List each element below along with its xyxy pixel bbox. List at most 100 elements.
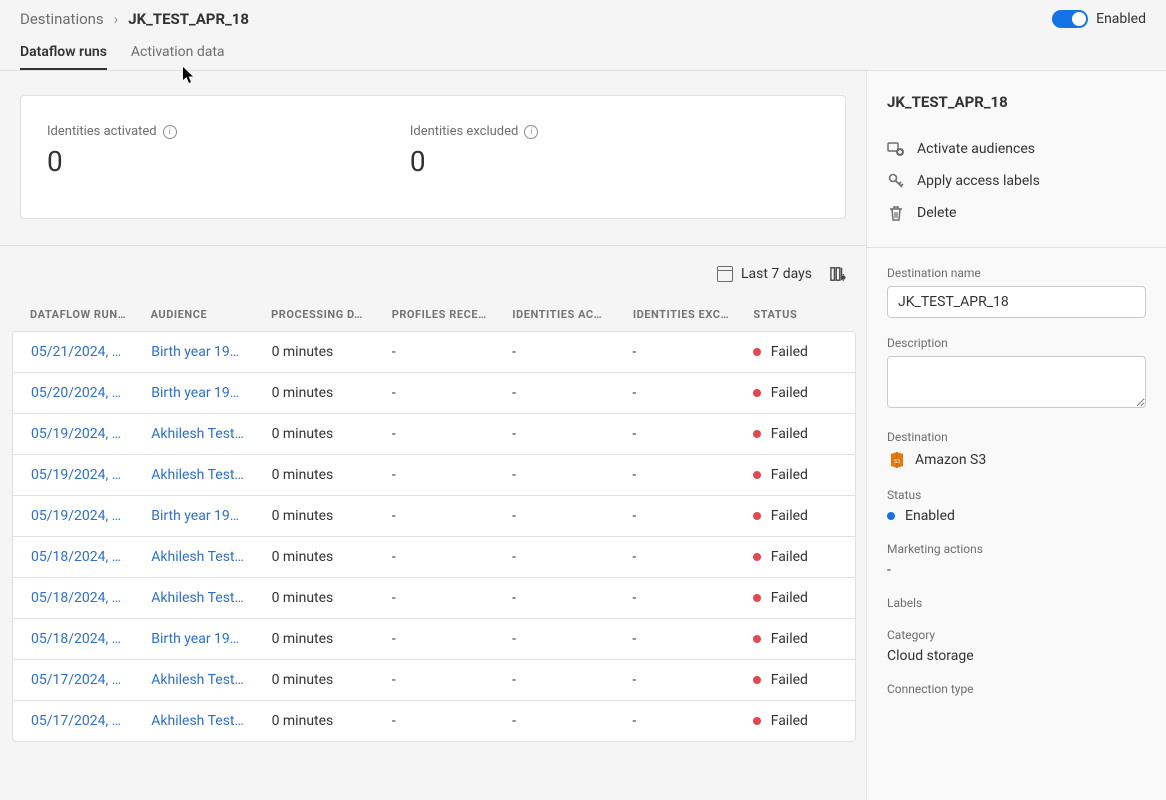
cell-audience-link[interactable]: Akhilesh Test… (133, 414, 253, 455)
cell-status: Failed (735, 332, 855, 373)
action-apply-access-labels[interactable]: Apply access labels (887, 165, 1146, 197)
table-row[interactable]: 05/20/2024, 1…Birth year 19…0 minutes---… (13, 373, 855, 414)
breadcrumb-root[interactable]: Destinations (20, 10, 104, 28)
stats-card: Identities activated 0 Identities exclud… (20, 95, 846, 219)
cell-excluded: - (614, 578, 734, 619)
cell-run-link[interactable]: 05/17/2024, 8… (13, 701, 133, 742)
status-dot-icon (753, 717, 761, 725)
dataflow-runs-table: DATAFLOW RUN… AUDIENCE PROCESSING D… PRO… (12, 298, 856, 331)
enabled-toggle-label: Enabled (1096, 11, 1146, 27)
col-dataflow-run[interactable]: DATAFLOW RUN… (12, 298, 133, 331)
cell-run-link[interactable]: 05/20/2024, 1… (13, 373, 133, 414)
cell-audience-link[interactable]: Akhilesh Test… (133, 660, 253, 701)
cell-processing: 0 minutes (254, 496, 374, 537)
cell-activated: - (494, 373, 614, 414)
cell-excluded: - (614, 619, 734, 660)
breadcrumb: Destinations › JK_TEST_APR_18 (20, 10, 249, 28)
status-dot-icon (753, 635, 761, 643)
cell-processing: 0 minutes (254, 373, 374, 414)
description-input[interactable] (887, 356, 1146, 408)
cell-activated: - (494, 496, 614, 537)
action-activate-audiences[interactable]: Activate audiences (887, 133, 1146, 165)
cell-activated: - (494, 332, 614, 373)
column-settings-icon[interactable] (830, 266, 846, 282)
cell-processing: 0 minutes (254, 537, 374, 578)
stat-label-text: Identities activated (47, 124, 157, 139)
status-dot-icon (887, 512, 895, 520)
cell-processing: 0 minutes (254, 414, 374, 455)
cell-excluded: - (614, 537, 734, 578)
table-row[interactable]: 05/21/2024, 1…Birth year 19…0 minutes---… (13, 332, 855, 373)
cell-excluded: - (614, 332, 734, 373)
field-label-marketing: Marketing actions (887, 542, 1146, 556)
action-list: Activate audiences Apply access labels D… (887, 133, 1146, 229)
cell-activated: - (494, 660, 614, 701)
amazon-s3-icon: S3 (887, 450, 907, 470)
status-row: Enabled (887, 508, 1146, 524)
destination-row: S3 Amazon S3 (887, 450, 1146, 470)
cell-audience-link[interactable]: Akhilesh Test… (133, 578, 253, 619)
cell-profiles: - (374, 619, 494, 660)
cell-audience-link[interactable]: Akhilesh Test… (133, 701, 253, 742)
cell-audience-link[interactable]: Birth year 19… (133, 496, 253, 537)
table-row[interactable]: 05/18/2024, 9…Akhilesh Test…0 minutes---… (13, 537, 855, 578)
table-row[interactable]: 05/19/2024, 9…Akhilesh Test…0 minutes---… (13, 414, 855, 455)
table-row[interactable]: 05/17/2024, 8…Akhilesh Test…0 minutes---… (13, 701, 855, 742)
info-icon[interactable] (163, 125, 177, 139)
cell-audience-link[interactable]: Akhilesh Test… (133, 455, 253, 496)
col-profiles[interactable]: PROFILES RECEI… (374, 298, 495, 331)
cell-profiles: - (374, 660, 494, 701)
cell-run-link[interactable]: 05/19/2024, 9… (13, 414, 133, 455)
cell-run-link[interactable]: 05/21/2024, 1… (13, 332, 133, 373)
main-column: Identities activated 0 Identities exclud… (0, 71, 866, 800)
cell-run-link[interactable]: 05/18/2024, 8… (13, 578, 133, 619)
col-identities-excluded[interactable]: IDENTITIES EXC… (615, 298, 736, 331)
cell-activated: - (494, 414, 614, 455)
info-icon[interactable] (524, 125, 538, 139)
table-row[interactable]: 05/17/2024, 9…Akhilesh Test…0 minutes---… (13, 660, 855, 701)
cell-audience-link[interactable]: Birth year 19… (133, 373, 253, 414)
cell-profiles: - (374, 578, 494, 619)
cell-processing: 0 minutes (254, 578, 374, 619)
col-audience[interactable]: AUDIENCE (133, 298, 254, 331)
status-dot-icon (753, 512, 761, 520)
date-range-picker[interactable]: Last 7 days (717, 266, 812, 282)
cell-excluded: - (614, 414, 734, 455)
col-status[interactable]: STATUS (735, 298, 856, 331)
stats-section: Identities activated 0 Identities exclud… (0, 71, 866, 246)
cell-run-link[interactable]: 05/19/2024, 1… (13, 496, 133, 537)
table-row[interactable]: 05/18/2024, 1…Birth year 19…0 minutes---… (13, 619, 855, 660)
cell-profiles: - (374, 496, 494, 537)
table-toolbar: Last 7 days (12, 246, 856, 298)
cell-excluded: - (614, 373, 734, 414)
cell-audience-link[interactable]: Akhilesh Test… (133, 537, 253, 578)
cell-status: Failed (735, 496, 855, 537)
tab-activation-data[interactable]: Activation data (131, 36, 225, 70)
category-value: Cloud storage (887, 648, 1146, 664)
tab-dataflow-runs[interactable]: Dataflow runs (20, 36, 107, 70)
cell-excluded: - (614, 455, 734, 496)
cell-run-link[interactable]: 05/18/2024, 1… (13, 619, 133, 660)
cell-status: Failed (735, 537, 855, 578)
action-delete[interactable]: Delete (887, 197, 1146, 229)
cell-run-link[interactable]: 05/19/2024, 8… (13, 455, 133, 496)
destination-name-input[interactable] (887, 286, 1146, 318)
field-label-category: Category (887, 628, 1146, 642)
col-identities-activated[interactable]: IDENTITIES ACTI… (494, 298, 615, 331)
cell-status: Failed (735, 701, 855, 742)
table-row[interactable]: 05/19/2024, 1…Birth year 19…0 minutes---… (13, 496, 855, 537)
col-processing[interactable]: PROCESSING D… (253, 298, 374, 331)
breadcrumb-current: JK_TEST_APR_18 (128, 10, 249, 28)
cell-status: Failed (735, 660, 855, 701)
cell-run-link[interactable]: 05/17/2024, 9… (13, 660, 133, 701)
cell-run-link[interactable]: 05/18/2024, 9… (13, 537, 133, 578)
cell-audience-link[interactable]: Birth year 19… (133, 619, 253, 660)
enabled-toggle[interactable] (1052, 10, 1088, 28)
action-label: Activate audiences (917, 141, 1035, 157)
table-row[interactable]: 05/19/2024, 8…Akhilesh Test…0 minutes---… (13, 455, 855, 496)
cell-profiles: - (374, 537, 494, 578)
cell-profiles: - (374, 455, 494, 496)
cell-audience-link[interactable]: Birth year 19… (133, 332, 253, 373)
date-range-label: Last 7 days (741, 266, 812, 282)
table-row[interactable]: 05/18/2024, 8…Akhilesh Test…0 minutes---… (13, 578, 855, 619)
